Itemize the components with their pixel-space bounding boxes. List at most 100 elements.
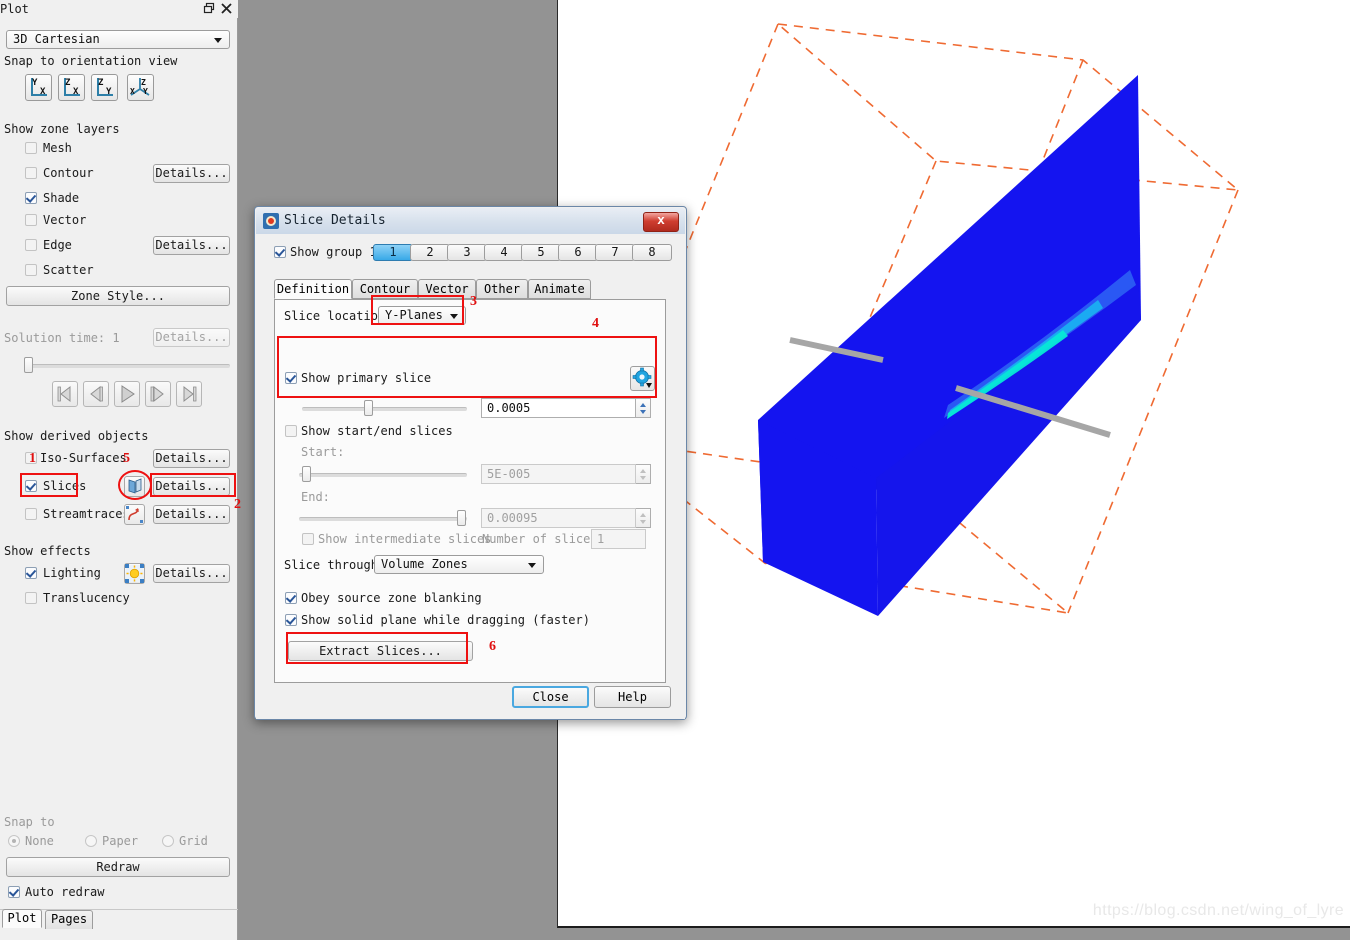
tab-plot[interactable]: Plot	[2, 909, 42, 928]
play-button[interactable]	[114, 381, 140, 407]
solution-time-details-button[interactable]: Details...	[153, 328, 230, 347]
orientation-button-xyz[interactable]: Z X Y	[127, 74, 154, 101]
edge-details-button[interactable]: Details...	[153, 236, 230, 255]
primary-slice-slider-track[interactable]	[302, 407, 467, 411]
end-slider-thumb[interactable]	[457, 510, 466, 526]
checkbox-lighting[interactable]	[25, 567, 37, 579]
group-button-1[interactable]: 1	[373, 244, 413, 261]
tab-other[interactable]: Other	[476, 279, 528, 299]
checkbox-auto-redraw[interactable]	[8, 886, 20, 898]
annotation-number-1: 1	[29, 451, 36, 466]
close-icon[interactable]	[220, 2, 233, 15]
solution-time-slider-track[interactable]	[25, 364, 230, 368]
tab-pages[interactable]: Pages	[45, 910, 93, 929]
checkbox-obey-blanking[interactable]	[285, 592, 297, 604]
skip-end-button[interactable]	[176, 381, 202, 407]
checkbox-show-primary-slice[interactable]	[285, 372, 297, 384]
checkbox-slices[interactable]	[25, 480, 37, 492]
lighting-details-button[interactable]: Details...	[153, 564, 230, 583]
tecplot-app-icon	[263, 213, 279, 229]
start-spinner[interactable]	[636, 464, 651, 484]
svg-text:Y: Y	[106, 87, 112, 97]
dialog-close-button[interactable]: x	[643, 212, 679, 232]
slice-through-value: Volume Zones	[381, 557, 468, 571]
checkbox-shade[interactable]	[25, 192, 37, 204]
slice-location-select[interactable]: Y-Planes	[378, 306, 466, 325]
slice-icon[interactable]	[124, 476, 145, 497]
group-button-4[interactable]: 4	[484, 244, 524, 261]
plot-type-select[interactable]: 3D Cartesian	[6, 30, 230, 49]
number-of-slices-input[interactable]: 1	[591, 529, 646, 549]
group-button-6[interactable]: 6	[558, 244, 598, 261]
chevron-down-icon	[214, 38, 222, 43]
checkbox-edge[interactable]	[25, 239, 37, 251]
primary-slice-input[interactable]: 0.0005	[481, 398, 636, 418]
svg-text:Z: Z	[65, 78, 71, 88]
radio-snap-grid[interactable]	[162, 835, 174, 847]
slice-through-select[interactable]: Volume Zones	[374, 555, 544, 574]
sidebar-title: Plot	[0, 2, 29, 16]
checkbox-show-intermediate[interactable]	[302, 533, 314, 545]
tab-animate[interactable]: Animate	[528, 279, 591, 299]
checkbox-streamtraces[interactable]	[25, 508, 37, 520]
checkbox-mesh[interactable]	[25, 142, 37, 154]
checkbox-contour[interactable]	[25, 167, 37, 179]
group-button-2[interactable]: 2	[410, 244, 450, 261]
extract-slices-button[interactable]: Extract Slices...	[288, 641, 473, 661]
slice-details-dialog: Slice Details x Show group 1 1 2 3 4 5 6…	[254, 206, 687, 720]
solution-time-slider-thumb[interactable]	[24, 357, 33, 373]
annotation-number-3: 3	[470, 294, 477, 309]
label-slices: Slices	[43, 479, 87, 493]
checkbox-scatter[interactable]	[25, 264, 37, 276]
zone-style-button[interactable]: Zone Style...	[6, 286, 230, 306]
group-button-5[interactable]: 5	[521, 244, 561, 261]
zone-layers-label: Show zone layers	[4, 122, 120, 136]
label-shade: Shade	[43, 191, 80, 205]
primary-slice-spinner[interactable]	[636, 398, 651, 418]
end-slider-track[interactable]	[299, 517, 467, 521]
group-button-8[interactable]: 8	[632, 244, 672, 261]
snap-to-label: Snap to	[4, 815, 55, 829]
contour-details-button[interactable]: Details...	[153, 164, 230, 183]
radio-snap-none[interactable]	[8, 835, 20, 847]
step-back-button[interactable]	[83, 381, 109, 407]
start-input[interactable]: 5E-005	[481, 464, 636, 484]
help-button[interactable]: Help	[594, 686, 671, 708]
checkbox-show-start-end[interactable]	[285, 425, 297, 437]
group-button-7[interactable]: 7	[595, 244, 635, 261]
tab-vector[interactable]: Vector	[418, 279, 476, 299]
checkbox-translucency[interactable]	[25, 592, 37, 604]
end-spinner[interactable]	[636, 508, 651, 528]
slices-details-button[interactable]: Details...	[153, 477, 230, 496]
gear-icon[interactable]	[630, 366, 655, 391]
radio-snap-paper[interactable]	[85, 835, 97, 847]
label-show-start-end: Show start/end slices	[301, 424, 453, 438]
primary-slice-slider-thumb[interactable]	[364, 400, 373, 416]
streamtrace-icon[interactable]	[124, 504, 145, 525]
end-input[interactable]: 0.00095	[481, 508, 636, 528]
start-slider-track[interactable]	[299, 473, 467, 477]
redraw-button[interactable]: Redraw	[6, 857, 230, 877]
derived-objects-label: Show derived objects	[4, 429, 149, 443]
tab-definition[interactable]: Definition	[274, 279, 352, 299]
skip-start-button[interactable]	[52, 381, 78, 407]
dialog-titlebar[interactable]: Slice Details x	[256, 208, 685, 234]
orientation-button-yx[interactable]: Y X	[25, 74, 52, 101]
orientation-button-zy[interactable]: Z Y	[91, 74, 118, 101]
label-contour: Contour	[43, 166, 94, 180]
checkbox-solid-plane[interactable]	[285, 614, 297, 626]
tab-contour[interactable]: Contour	[352, 279, 418, 299]
svg-text:Z: Z	[141, 78, 146, 87]
label-edge: Edge	[43, 238, 72, 252]
start-slider-thumb[interactable]	[302, 466, 311, 482]
restore-icon[interactable]	[203, 2, 216, 15]
orientation-button-zx[interactable]: Z X	[58, 74, 85, 101]
checkbox-vector[interactable]	[25, 214, 37, 226]
lighting-icon[interactable]	[124, 563, 145, 584]
close-button[interactable]: Close	[512, 686, 589, 708]
iso-surfaces-details-button[interactable]: Details...	[153, 449, 230, 468]
streamtraces-details-button[interactable]: Details...	[153, 505, 230, 524]
step-forward-button[interactable]	[145, 381, 171, 407]
group-button-3[interactable]: 3	[447, 244, 487, 261]
checkbox-show-group[interactable]	[274, 246, 286, 258]
